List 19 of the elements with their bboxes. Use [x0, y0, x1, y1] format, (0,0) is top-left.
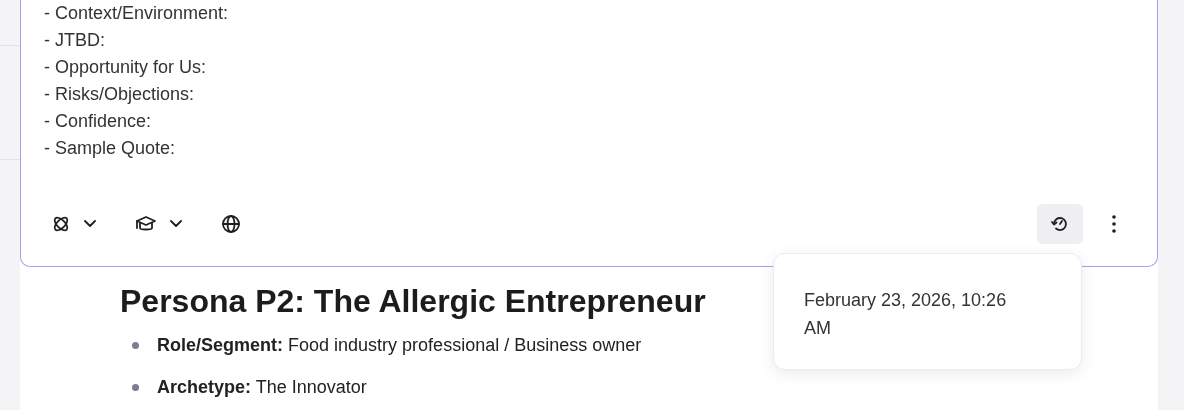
- persona-heading: Persona P2: The Allergic Entrepreneur: [120, 282, 706, 321]
- history-icon: [1050, 214, 1070, 234]
- prompt-line: - Risks/Objections:: [44, 83, 196, 106]
- bullet-icon: [132, 341, 139, 349]
- prompt-line: - JTBD:: [44, 29, 106, 52]
- chevron-down-icon: [83, 220, 97, 228]
- prompt-line: - Context/Environment:: [44, 2, 230, 25]
- prompt-line: - Sample Quote:: [44, 137, 177, 160]
- list-item-text: Role/Segment: Food industry professional / Business owner: [157, 334, 642, 357]
- toolbar-button[interactable]: [1037, 204, 1083, 244]
- bullet-icon: [132, 383, 139, 391]
- more-icon: [1112, 215, 1116, 233]
- list-item-text: Archetype: The Innovator: [157, 376, 367, 399]
- prompt-line: - Opportunity for Us:: [44, 56, 208, 79]
- atom-icon: [51, 214, 71, 234]
- timestamp-text: February 23, 2026, 10:26 AM: [804, 289, 1008, 340]
- prompt-line: - Confidence:: [44, 110, 153, 133]
- globe-icon: [221, 214, 241, 234]
- chevron-down-icon: [169, 220, 183, 228]
